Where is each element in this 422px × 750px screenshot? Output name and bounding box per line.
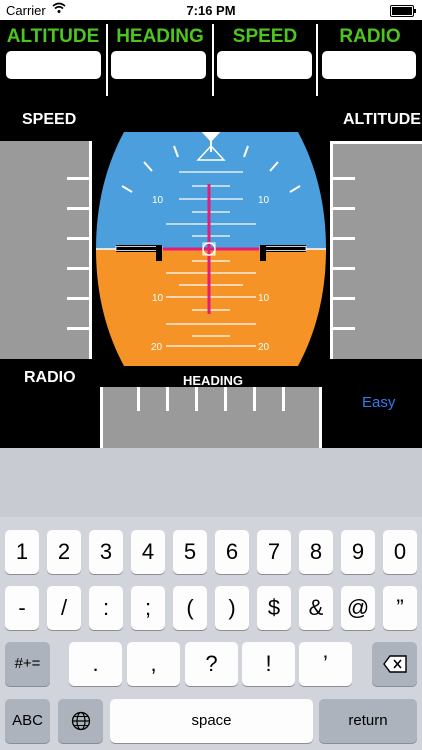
tape-tick (67, 267, 89, 270)
pitch-label: 10 (152, 195, 164, 206)
tape-edge (89, 141, 92, 359)
key-comma[interactable]: , (127, 642, 180, 686)
status-bar: Carrier 7:16 PM (0, 0, 422, 20)
key-2[interactable]: 2 (47, 530, 81, 574)
battery-icon (390, 5, 416, 17)
speed-tape-label: SPEED (22, 111, 77, 128)
tape-tick (333, 177, 355, 180)
status-time: 7:16 PM (186, 3, 236, 18)
space-key[interactable]: space (110, 699, 313, 743)
altitude-field-group: ALTITUDE (0, 20, 106, 96)
key-8[interactable]: 8 (299, 530, 333, 574)
tape-tick (333, 267, 355, 270)
tape-tick (166, 387, 169, 411)
tape-edge (330, 141, 422, 144)
key-0[interactable]: 0 (383, 530, 417, 574)
key-ampersand[interactable]: & (299, 586, 333, 630)
key-close-paren[interactable]: ) (215, 586, 249, 630)
speed-field-group: SPEED (214, 20, 316, 96)
key-dollar[interactable]: $ (257, 586, 291, 630)
pitch-label: 10 (258, 195, 270, 206)
tape-tick (67, 177, 89, 180)
easy-button[interactable]: Easy (362, 394, 395, 411)
key-semicolon[interactable]: ; (131, 586, 165, 630)
radio-indicator-label: RADIO (24, 369, 76, 386)
pitch-label: 20 (258, 342, 270, 353)
tape-tick (67, 237, 89, 240)
heading-input[interactable] (111, 51, 206, 79)
key-1[interactable]: 1 (5, 530, 39, 574)
globe-icon (71, 711, 90, 731)
globe-key[interactable] (58, 699, 103, 743)
numeric-keyboard: 1 2 3 4 5 6 7 8 9 0 - / : ; ( ) $ & @ ” … (0, 448, 422, 750)
altitude-tape[interactable] (330, 141, 422, 359)
key-hyphen[interactable]: - (5, 586, 39, 630)
key-6[interactable]: 6 (215, 530, 249, 574)
tape-tick (333, 327, 355, 330)
key-quote[interactable]: ” (383, 586, 417, 630)
tape-tick (224, 387, 227, 411)
backspace-key[interactable] (372, 642, 417, 686)
heading-field-group: HEADING (108, 20, 212, 96)
tape-tick (67, 207, 89, 210)
pitch-label: 10 (258, 293, 270, 304)
key-3[interactable]: 3 (89, 530, 123, 574)
tape-tick (253, 387, 256, 411)
ground-area (96, 249, 326, 366)
pitch-label: 20 (151, 342, 163, 353)
radio-field-group: RADIO (318, 20, 422, 96)
tape-tick (67, 297, 89, 300)
radio-input[interactable] (322, 51, 416, 79)
key-more-symbols[interactable]: #+= (5, 642, 50, 686)
tape-tick (67, 327, 89, 330)
key-exclamation[interactable]: ! (242, 642, 295, 686)
key-question[interactable]: ? (185, 642, 238, 686)
tape-tick (195, 387, 198, 411)
speed-field-label: SPEED (232, 26, 298, 47)
speed-tape[interactable] (0, 141, 92, 359)
key-9[interactable]: 9 (341, 530, 375, 574)
backspace-icon (382, 655, 407, 673)
key-4[interactable]: 4 (131, 530, 165, 574)
tape-tick (137, 387, 140, 411)
key-abc[interactable]: ABC (5, 699, 50, 743)
key-7[interactable]: 7 (257, 530, 291, 574)
key-open-paren[interactable]: ( (173, 586, 207, 630)
key-at[interactable]: @ (341, 586, 375, 630)
tape-edge (100, 387, 103, 448)
keyboard-accessory-bar (0, 448, 422, 517)
tape-tick (333, 237, 355, 240)
altitude-tape-label: ALTITUDE (343, 111, 421, 128)
heading-tape-label: HEADING (183, 373, 243, 388)
pitch-label: 10 (152, 293, 164, 304)
tape-tick (333, 297, 355, 300)
altitude-input[interactable] (6, 51, 101, 79)
speed-input[interactable] (217, 51, 312, 79)
return-key[interactable]: return (319, 699, 417, 743)
attitude-indicator: 10 10 10 10 20 20 (96, 132, 326, 366)
radio-field-label: RADIO (339, 26, 401, 47)
tape-edge (319, 387, 322, 448)
key-5[interactable]: 5 (173, 530, 207, 574)
key-apostrophe[interactable]: ’ (299, 642, 352, 686)
tape-tick (333, 207, 355, 210)
key-colon[interactable]: : (89, 586, 123, 630)
heading-tape[interactable] (100, 387, 322, 448)
tape-tick (282, 387, 285, 411)
altitude-field-label: ALTITUDE (6, 26, 100, 47)
key-slash[interactable]: / (47, 586, 81, 630)
key-period[interactable]: . (69, 642, 122, 686)
heading-field-label: HEADING (116, 26, 204, 47)
